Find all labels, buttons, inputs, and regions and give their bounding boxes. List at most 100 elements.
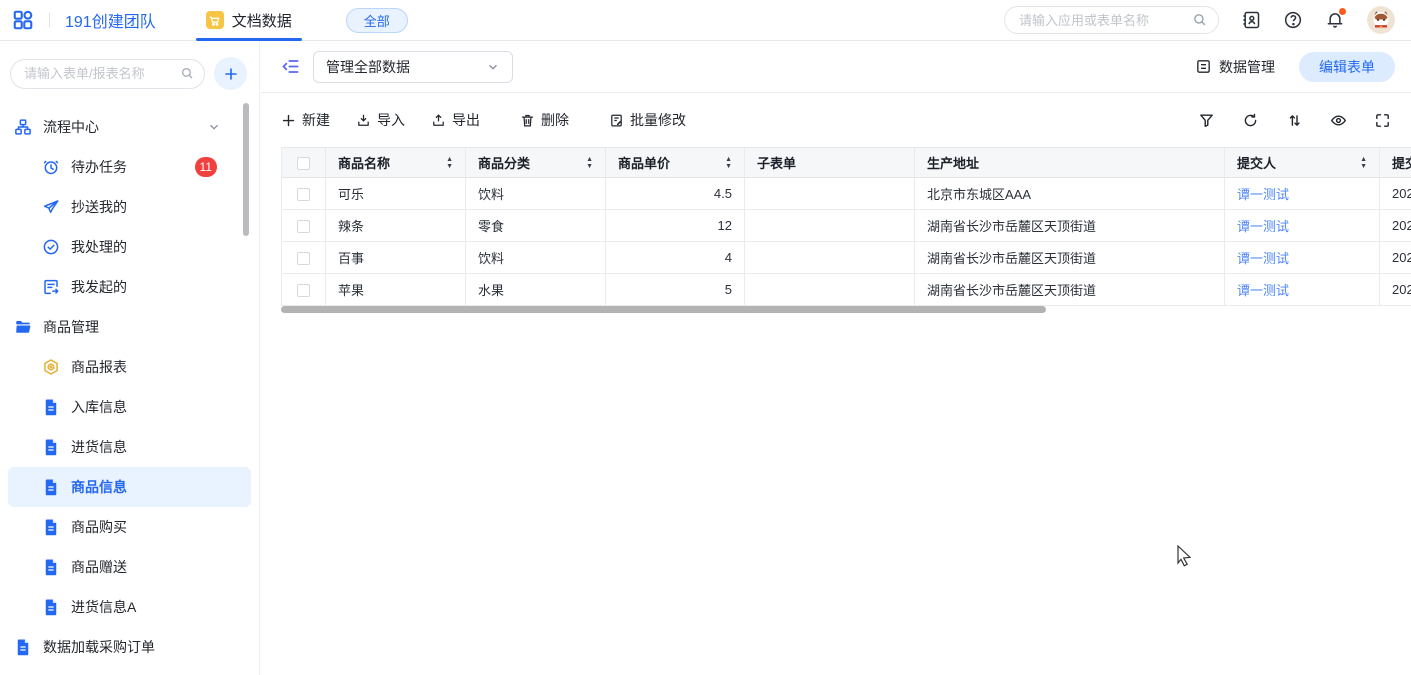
cell-price: 12	[606, 210, 745, 242]
col-header-address: 生产地址	[927, 153, 979, 172]
search-icon	[1192, 12, 1207, 27]
eye-icon[interactable]	[1330, 112, 1347, 129]
submitter-link[interactable]: 谭一测试	[1237, 283, 1289, 298]
select-all-checkbox[interactable]	[297, 157, 310, 170]
cell-address: 北京市东城区AAA	[915, 178, 1225, 210]
tab-document-data[interactable]: 文档数据	[196, 0, 302, 41]
trash-icon	[520, 113, 535, 128]
sort-icon[interactable]: ▲▼	[1360, 156, 1367, 170]
import-icon	[356, 113, 371, 128]
row-checkbox[interactable]	[297, 252, 310, 265]
refresh-icon[interactable]	[1242, 112, 1259, 129]
sidebar-item-product-info[interactable]: 商品信息	[8, 467, 251, 507]
import-label: 导入	[377, 110, 405, 130]
divider	[49, 12, 50, 28]
form-search-input[interactable]	[10, 59, 205, 89]
cell-subform	[745, 274, 915, 306]
sidebar-item-purchase-info[interactable]: 进货信息	[8, 427, 251, 467]
item-label: 入库信息	[71, 397, 127, 417]
row-checkbox[interactable]	[297, 220, 310, 233]
sidebar-item-product-buy[interactable]: 商品购买	[8, 507, 251, 547]
cell-name: 百事	[326, 242, 466, 274]
filter-icon[interactable]	[1198, 112, 1215, 129]
new-record-button[interactable]: 新建	[281, 110, 330, 130]
collapse-sidebar-icon[interactable]	[281, 57, 300, 76]
scope-all-button[interactable]: 全部	[346, 8, 408, 33]
cell-category: 零食	[466, 210, 606, 242]
cell-category: 饮料	[466, 242, 606, 274]
sidebar-item-product-management[interactable]: 商品管理	[8, 307, 251, 347]
export-button[interactable]: 导出	[431, 110, 480, 130]
cell-name: 苹果	[326, 274, 466, 306]
new-label: 新建	[302, 110, 330, 130]
top-navbar: 191创建团队 文档数据 全部	[0, 0, 1411, 41]
sidebar-item-process-center[interactable]: 流程中心	[8, 107, 251, 147]
cell-subform	[745, 178, 915, 210]
sort-icon[interactable]: ▲▼	[725, 156, 732, 170]
global-search-input[interactable]	[1004, 6, 1219, 34]
batch-edit-button[interactable]: 批量修改	[609, 110, 686, 130]
folder-icon	[14, 318, 32, 336]
org-chart-icon	[14, 118, 32, 136]
sidebar-item-inbound-info[interactable]: 入库信息	[8, 387, 251, 427]
form-search	[10, 59, 205, 89]
sidebar-item-initiated-by-me[interactable]: 我发起的	[8, 267, 251, 307]
avatar[interactable]	[1367, 6, 1395, 34]
submitter-link[interactable]: 谭一测试	[1237, 251, 1289, 266]
cell-name: 辣条	[326, 210, 466, 242]
item-label: 数据加载采购订单	[43, 637, 155, 657]
sidebar-item-product-report[interactable]: 商品报表	[8, 347, 251, 387]
batch-edit-label: 批量修改	[630, 110, 686, 130]
sidebar-item-handled-by-me[interactable]: 我处理的	[8, 227, 251, 267]
todo-count-badge: 11	[195, 157, 217, 177]
data-table-container: 商品名称▲▼ 商品分类▲▼ 商品单价▲▼ 子表单 生产地址 提交人▲▼ 提交时间…	[281, 147, 1411, 306]
col-header-submit-time: 提交时间	[1392, 153, 1411, 172]
row-checkbox[interactable]	[297, 188, 310, 201]
col-header-submitter: 提交人	[1237, 153, 1276, 172]
horizontal-scrollbar[interactable]	[281, 306, 1046, 313]
sidebar-item-data-load-purchase-order[interactable]: 数据加载采购订单	[8, 627, 251, 667]
table-row[interactable]: 百事 饮料 4 湖南省长沙市岳麓区天顶街道 谭一测试 2023	[282, 242, 1411, 274]
sidebar-item-purchase-info-a[interactable]: 进货信息A	[8, 587, 251, 627]
view-selector[interactable]: 管理全部数据	[313, 51, 513, 83]
data-manage-button[interactable]: 数据管理	[1195, 57, 1275, 77]
submitter-link[interactable]: 谭一测试	[1237, 219, 1289, 234]
plus-icon	[281, 113, 296, 128]
item-label: 商品报表	[71, 357, 127, 377]
sort-icon[interactable]: ▲▼	[586, 156, 593, 170]
team-name[interactable]: 191创建团队	[65, 8, 156, 32]
bell-icon[interactable]	[1325, 10, 1345, 30]
item-label: 抄送我的	[71, 197, 127, 217]
contacts-icon[interactable]	[1241, 10, 1261, 30]
cell-price: 5	[606, 274, 745, 306]
submitter-link[interactable]: 谭一测试	[1237, 187, 1289, 202]
col-header-subform: 子表单	[757, 153, 796, 172]
item-label: 我处理的	[71, 237, 127, 257]
edit-form-button[interactable]: 编辑表单	[1299, 52, 1395, 82]
import-button[interactable]: 导入	[356, 110, 405, 130]
sort-order-icon[interactable]	[1286, 112, 1303, 129]
fullscreen-icon[interactable]	[1374, 112, 1391, 129]
table-row[interactable]: 苹果 水果 5 湖南省长沙市岳麓区天顶街道 谭一测试 2023	[282, 274, 1411, 306]
help-icon[interactable]	[1283, 10, 1303, 30]
sidebar-item-todo-tasks[interactable]: 待办任务 11	[8, 147, 251, 187]
data-manage-icon	[1195, 58, 1212, 75]
item-label: 进货信息A	[71, 597, 136, 617]
sort-icon[interactable]: ▲▼	[446, 156, 453, 170]
chevron-down-icon[interactable]	[207, 120, 221, 134]
form-doc-icon	[42, 478, 60, 496]
apps-grid-icon[interactable]	[12, 9, 34, 31]
sidebar-item-product-gift[interactable]: 商品赠送	[8, 547, 251, 587]
item-label: 待办任务	[71, 157, 127, 177]
sidebar-scrollbar[interactable]	[243, 103, 249, 236]
cell-price: 4.5	[606, 178, 745, 210]
tab-label: 文档数据	[232, 10, 292, 31]
row-checkbox[interactable]	[297, 284, 310, 297]
sidebar-item-cc-to-me[interactable]: 抄送我的	[8, 187, 251, 227]
add-form-button[interactable]	[214, 57, 247, 90]
delete-button[interactable]: 删除	[520, 110, 569, 130]
table-row[interactable]: 辣条 零食 12 湖南省长沙市岳麓区天顶街道 谭一测试 2023	[282, 210, 1411, 242]
navbar-right	[1004, 6, 1395, 34]
item-label: 商品管理	[43, 317, 99, 337]
table-row[interactable]: 可乐 饮料 4.5 北京市东城区AAA 谭一测试 2023	[282, 178, 1411, 210]
